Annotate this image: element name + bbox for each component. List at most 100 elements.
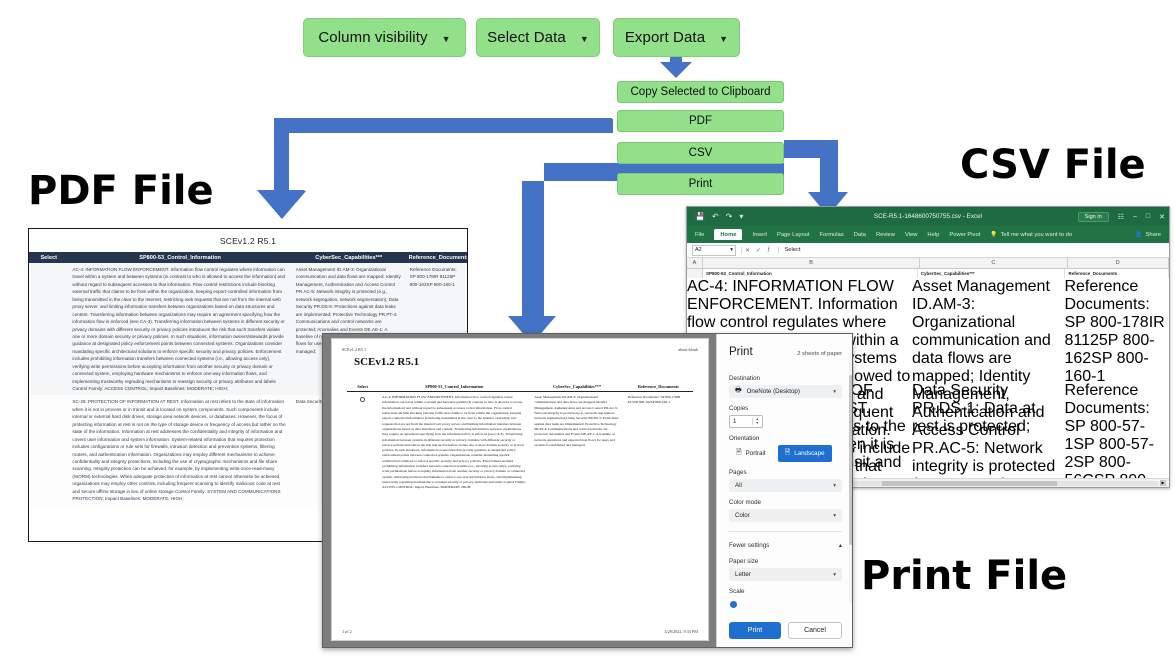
print-dialog-scrollbar[interactable] (849, 360, 852, 603)
column-visibility-button[interactable]: Column visibility ▼ (303, 18, 466, 57)
pages-select[interactable]: All ▾ (729, 479, 842, 492)
excel-column-headers[interactable]: A B C D (687, 258, 1169, 269)
portrait-page-icon: 🗎 (736, 449, 742, 456)
table-row: AC-4: INFORMATION FLOW ENFORCEMENT. Info… (347, 392, 693, 494)
orientation-portrait-option[interactable]: 🗎 Portrait (729, 445, 773, 462)
menu-item-csv[interactable]: CSV (617, 142, 784, 164)
close-icon[interactable]: ✕ (1159, 213, 1165, 221)
ribbon-tab-page-layout[interactable]: Page Layout (777, 232, 810, 238)
formula-bar-row[interactable]: A2 ▾ ✕ ✓ ƒ Select (687, 243, 1169, 258)
pages-label: Pages (729, 469, 747, 476)
excel-cell-b1[interactable]: SP800-53_Control_Information (703, 269, 918, 278)
stepper-arrows-icon[interactable]: ▲ ▼ (751, 417, 759, 426)
menu-item-pdf[interactable]: PDF (617, 110, 784, 132)
print-cell-reference: Reference Documents: SP 800-178IR 81125P… (627, 395, 681, 405)
print-dialog[interactable]: Print 2 sheets of paper Destination 🖶 On… (716, 334, 852, 647)
chevron-down-icon[interactable]: ▾ (730, 247, 733, 253)
select-data-button[interactable]: Select Data ▼ (476, 18, 600, 57)
pdf-col-select: Select (29, 252, 69, 263)
color-mode-select[interactable]: Color ▾ (729, 509, 842, 522)
ribbon-tab-view[interactable]: View (905, 232, 917, 238)
ribbon-tab-power-pivot[interactable]: Power Pivot (949, 232, 980, 238)
csv-file-annotation: CSV File (960, 142, 1146, 188)
row-checkbox-icon (360, 397, 365, 402)
ribbon-tab-formulas[interactable]: Formulas (820, 232, 844, 238)
excel-cell-d2[interactable]: Reference Documents: SP 800-178IR 81125P… (1064, 278, 1169, 385)
excel-ribbon-tabs[interactable]: File Home Insert Page Layout Formulas Da… (687, 226, 1169, 243)
print-button[interactable]: Print (729, 622, 781, 639)
ribbon-tab-home[interactable]: Home (714, 229, 743, 240)
column-visibility-label: Column visibility (318, 29, 428, 46)
ribbon-tab-data[interactable]: Data (854, 232, 866, 238)
ribbon-tab-file[interactable]: File (695, 232, 704, 238)
fewer-settings-label: Fewer settings (729, 542, 770, 549)
paper-size-select[interactable]: Letter ▾ (729, 568, 842, 581)
menu-item-label: Copy Selected to Clipboard (630, 86, 771, 98)
paper-size-value: Letter (735, 571, 751, 578)
pdf-cell-control: SC-28: PROTECTION OF INFORMATION AT REST… (68, 395, 292, 506)
formula-action-icons[interactable]: ✕ ✓ ƒ (741, 246, 773, 254)
cancel-icon[interactable]: ✕ (745, 247, 750, 254)
customize-qat-icon[interactable]: ▾ (739, 212, 743, 221)
excel-cell-c3[interactable]: Data Security PR.DS-1: Data at rest is p… (912, 382, 1064, 478)
column-header-a[interactable]: A (687, 258, 703, 268)
print-preview-window[interactable]: SCEv1.2 R5.1 about:blank SCEv1.2 R5.1 Se… (322, 333, 853, 648)
destination-value: OneNote (Desktop) (746, 388, 800, 395)
fewer-settings-toggle[interactable]: Fewer settings ▴ (717, 541, 852, 551)
tell-me-search[interactable]: 💡 Tell me what you want to do (990, 232, 1072, 238)
tell-me-label: Tell me what you want to do (1000, 231, 1073, 238)
column-header-c[interactable]: C (920, 258, 1068, 268)
print-col-reference: Reference_Documents (623, 382, 693, 392)
column-header-d[interactable]: D (1068, 258, 1169, 268)
print-dialog-actions[interactable]: Print Cancel (717, 622, 852, 639)
quick-access-toolbar[interactable]: 💾 ↶ ↷ ▾ (691, 212, 743, 221)
restore-icon[interactable]: □ (1146, 213, 1150, 220)
minimize-icon[interactable]: – (1133, 213, 1137, 220)
ribbon-display-options-icon[interactable]: ☷ (1118, 213, 1124, 221)
paper-size-label: Paper size (729, 558, 759, 565)
formula-input[interactable]: Select (778, 247, 1164, 253)
excel-window-controls[interactable]: Sign in ☷ – □ ✕ (1077, 211, 1165, 222)
menu-item-print[interactable]: Print (617, 173, 784, 195)
orientation-toggle-group[interactable]: 🗎 Portrait 🗎 Landscape (729, 445, 842, 462)
scale-slider-handle[interactable] (730, 601, 737, 608)
export-data-label: Export Data (624, 29, 706, 46)
redo-icon[interactable]: ↷ (726, 212, 733, 221)
orientation-landscape-option[interactable]: 🗎 Landscape (777, 445, 832, 462)
name-box[interactable]: A2 ▾ (692, 244, 736, 256)
cancel-button[interactable]: Cancel (788, 622, 842, 639)
undo-icon[interactable]: ↶ (712, 212, 719, 221)
print-col-control: SP800-53_Control_Information (378, 382, 531, 392)
pdf-col-capabilities: CyberSec_Capabilities*** (291, 252, 406, 263)
destination-select[interactable]: 🖶 OneNote (Desktop) ▾ (729, 385, 842, 398)
landscape-page-icon: 🗎 (784, 449, 791, 456)
scroll-right-button[interactable]: ▶ (1160, 480, 1166, 486)
save-icon[interactable]: 💾 (695, 212, 705, 221)
scrollbar-thumb[interactable] (882, 480, 1057, 486)
scrollbar-thumb[interactable] (849, 374, 852, 545)
print-preview-table: Select SP800-53_Control_Information Cybe… (347, 382, 693, 494)
ribbon-tab-help[interactable]: Help (927, 232, 939, 238)
copies-value: 1 (733, 418, 737, 425)
excel-cell-d1[interactable]: Reference_Documents (1065, 269, 1169, 278)
print-file-annotation: Print File (861, 553, 1068, 599)
export-data-button[interactable]: Export Data ▼ (613, 18, 740, 57)
print-page-heading: SCEv1.2 R5.1 (354, 356, 420, 368)
orientation-label: Orientation (729, 435, 760, 442)
ribbon-tab-review[interactable]: Review (876, 232, 895, 238)
print-running-head: SCEv1.2 R5.1 about:blank (332, 339, 708, 352)
ribbon-tab-insert[interactable]: Insert (752, 232, 767, 238)
copies-stepper[interactable]: 1 ▲ ▼ (729, 415, 763, 428)
excel-cell-c2[interactable]: Asset Management ID.AM-3: Organizational… (912, 278, 1064, 487)
excel-cell-c1[interactable]: CyberSec_Capabilities*** (918, 269, 1066, 278)
scale-label: Scale (729, 588, 745, 595)
check-icon[interactable]: ✓ (756, 247, 761, 254)
sign-in-button[interactable]: Sign in (1077, 211, 1109, 222)
insert-function-icon[interactable]: ƒ (767, 247, 770, 254)
excel-cell-d3[interactable]: Reference Documents: SP 800-57-1SP 800-5… (1064, 382, 1169, 487)
menu-item-copy-clipboard[interactable]: Copy Selected to Clipboard (617, 81, 784, 103)
share-button[interactable]: 👤 Share (1135, 232, 1161, 238)
column-header-b[interactable]: B (703, 258, 921, 268)
excel-header-row[interactable]: SP800-53_Control_Information CyberSec_Ca… (687, 269, 1169, 278)
arrow-pdf (257, 112, 612, 218)
